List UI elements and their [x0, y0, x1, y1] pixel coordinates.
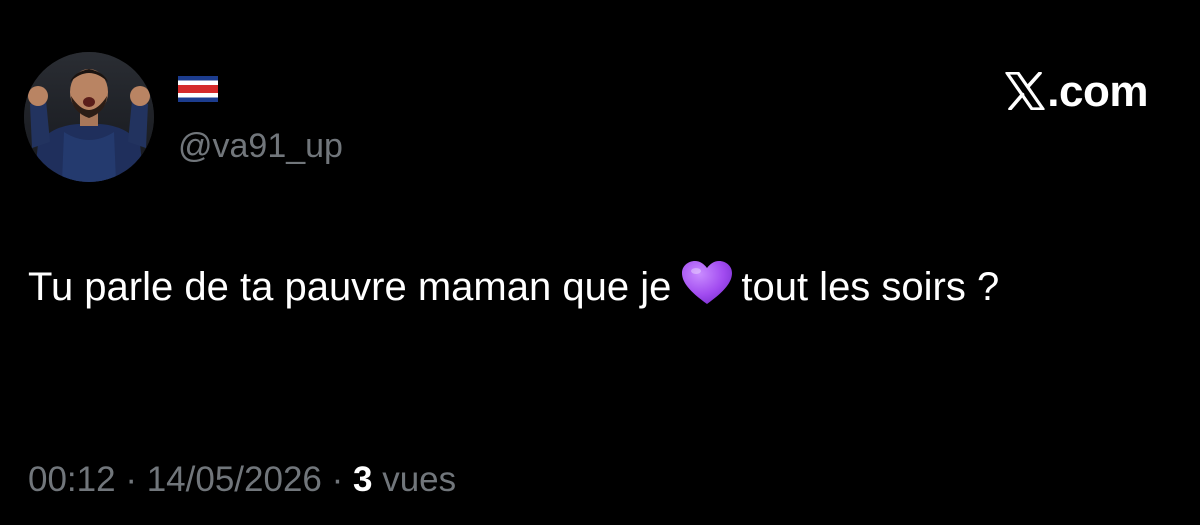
tweet-text-part-1: Tu parle de ta pauvre maman que je [28, 265, 672, 309]
avatar[interactable] [24, 52, 154, 182]
tweet-time[interactable]: 00:12 [28, 460, 116, 499]
tweet-text-part-2: tout les soirs ? [741, 265, 1000, 309]
costa-rica-flag-icon [178, 76, 218, 102]
purple-heart-icon [681, 260, 733, 306]
brand-watermark: .com [1005, 68, 1148, 120]
tweet-meta: 00:12 · 14/05/2026 · 3 vues [28, 458, 456, 502]
views-count[interactable]: 3 [353, 460, 372, 499]
tweet-text: Tu parle de ta pauvre maman que je tout … [28, 256, 1128, 318]
meta-separator: · [331, 460, 344, 499]
x-logo-icon [1005, 71, 1045, 120]
brand-label: .com [1047, 67, 1148, 116]
views-label: vues [382, 460, 457, 499]
author-handle[interactable]: @va91_up [178, 126, 343, 166]
meta-separator: · [125, 460, 137, 499]
profile-photo-avatar [24, 52, 154, 182]
tweet-date[interactable]: 14/05/2026 [147, 460, 322, 499]
tweet-card: @va91_up .com Tu parle de ta pauvre mama… [0, 0, 1200, 525]
